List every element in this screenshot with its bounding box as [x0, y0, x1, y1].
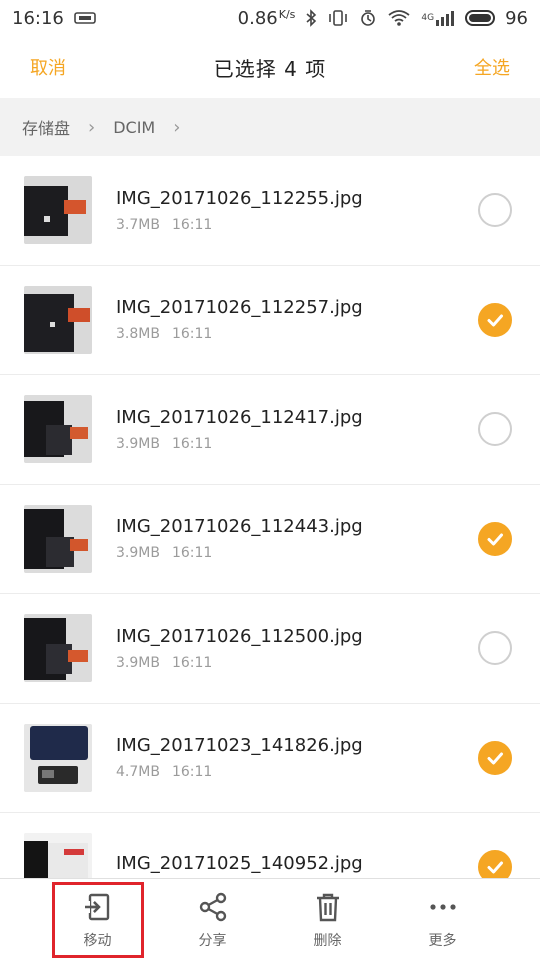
check-icon [487, 752, 503, 765]
battery-level: 96 [505, 7, 528, 29]
file-name: IMG_20171025_140952.jpg [116, 852, 363, 874]
file-time: 16:11 [171, 435, 213, 452]
checked-circle-icon[interactable] [478, 302, 512, 337]
file-info: IMG_20171025_140952.jpg [116, 853, 478, 878]
status-time: 16:16 [12, 7, 64, 29]
file-meta: 3.9MB 16:11 [116, 545, 478, 561]
status-left: 16:16 [12, 8, 96, 29]
file-info: IMG_20171026_112417.jpg 3.9MB 16:11 [116, 407, 478, 452]
breadcrumb: 存储盘 › DCIM › [0, 98, 540, 156]
network-type: 4G [421, 13, 435, 23]
check-icon [487, 314, 503, 327]
check-icon [487, 533, 503, 546]
chevron-right-icon: › [88, 116, 96, 138]
move-button[interactable]: 移动 [51, 881, 144, 958]
file-row[interactable]: IMG_20171023_141826.jpg 4.7MB 16:11 [0, 703, 540, 813]
battery-icon [465, 10, 496, 26]
file-thumbnail [24, 285, 92, 354]
file-row[interactable]: IMG_20171026_112500.jpg 3.9MB 16:11 [0, 594, 540, 704]
file-name: IMG_20171026_112443.jpg [116, 516, 363, 538]
file-thumbnail [24, 723, 92, 792]
file-name: IMG_20171023_141826.jpg [116, 735, 363, 757]
checked-circle-icon[interactable] [478, 740, 512, 775]
check-icon [487, 861, 503, 874]
breadcrumb-dcim[interactable]: DCIM [113, 118, 155, 137]
file-name: IMG_20171026_112417.jpg [116, 406, 363, 428]
file-size: 3.9MB [116, 545, 160, 562]
file-name: IMG_20171026_112500.jpg [116, 625, 363, 647]
file-time: 16:11 [171, 545, 213, 562]
file-thumbnail [24, 176, 92, 245]
file-thumbnail [24, 504, 92, 573]
more-icon [429, 903, 456, 910]
cancel-button[interactable]: 取消 [30, 54, 66, 80]
signal-icon: 4G [421, 10, 455, 26]
unchecked-circle-icon[interactable] [478, 412, 512, 447]
file-info: IMG_20171023_141826.jpg 4.7MB 16:11 [116, 735, 478, 780]
breadcrumb-storage[interactable]: 存储盘 [22, 115, 70, 139]
file-time: 16:11 [171, 654, 213, 671]
status-right: 0.86K/s 4G 96 [238, 8, 528, 29]
file-time: 16:11 [171, 326, 213, 343]
status-bar: 16:16 0.86K/s 4G 96 [0, 0, 540, 36]
bluetooth-icon [305, 9, 317, 27]
share-label: 分享 [198, 932, 227, 949]
file-time: 16:11 [171, 216, 213, 233]
file-row[interactable]: IMG_20171025_140952.jpg [0, 813, 540, 878]
more-button[interactable]: 更多 [397, 882, 489, 958]
file-meta: 3.7MB 16:11 [116, 217, 478, 233]
file-size: 3.9MB [116, 654, 160, 671]
file-info: IMG_20171026_112500.jpg 3.9MB 16:11 [116, 626, 478, 671]
file-time: 16:11 [171, 764, 213, 781]
file-size: 3.9MB [116, 435, 160, 452]
file-name: IMG_20171026_112257.jpg [116, 297, 363, 319]
trash-icon [316, 893, 339, 921]
file-row[interactable]: IMG_20171026_112257.jpg 3.8MB 16:11 [0, 265, 540, 375]
file-size: 4.7MB [116, 764, 160, 781]
delete-label: 删除 [313, 932, 342, 949]
file-list: IMG_20171026_112255.jpg 3.7MB 16:11 IMG_201… [0, 156, 540, 878]
file-meta: 3.9MB 16:11 [116, 655, 478, 671]
network-speed-value: 0.86 [237, 7, 278, 29]
move-label: 移动 [83, 932, 112, 949]
network-speed: 0.86K/s [238, 8, 296, 29]
wifi-icon [387, 9, 411, 27]
file-thumbnail [24, 833, 92, 878]
file-meta: 3.8MB 16:11 [116, 326, 478, 342]
file-info: IMG_20171026_112443.jpg 3.9MB 16:11 [116, 516, 478, 561]
file-meta: 4.7MB 16:11 [116, 764, 478, 780]
checked-circle-icon[interactable] [478, 850, 512, 878]
file-size: 3.7MB [116, 216, 160, 233]
unchecked-circle-icon[interactable] [478, 631, 512, 666]
file-size: 3.8MB [116, 326, 160, 343]
vibrate-icon [327, 10, 349, 26]
move-icon [83, 893, 109, 920]
checked-circle-icon[interactable] [478, 521, 512, 556]
file-name: IMG_20171026_112255.jpg [116, 187, 363, 209]
file-info: IMG_20171026_112257.jpg 3.8MB 16:11 [116, 297, 478, 342]
file-thumbnail [24, 614, 92, 683]
file-row[interactable]: IMG_20171026_112443.jpg 3.9MB 16:11 [0, 484, 540, 594]
chevron-right-icon: › [173, 116, 181, 138]
unchecked-circle-icon[interactable] [478, 193, 512, 228]
file-info: IMG_20171026_112255.jpg 3.7MB 16:11 [116, 188, 478, 233]
usb-icon [74, 11, 96, 25]
bottom-toolbar: 移动 分享 删除 更多 [0, 878, 540, 960]
more-label: 更多 [428, 932, 457, 949]
file-row[interactable]: IMG_20171026_112255.jpg 3.7MB 16:11 [0, 156, 540, 266]
selection-header: 取消 已选择 4 项 全选 [0, 36, 540, 98]
share-icon [199, 892, 226, 921]
file-row[interactable]: IMG_20171026_112417.jpg 3.9MB 16:11 [0, 375, 540, 485]
delete-button[interactable]: 删除 [282, 882, 374, 958]
file-thumbnail [24, 395, 92, 464]
share-button[interactable]: 分享 [167, 882, 259, 958]
page-title: 已选择 4 项 [213, 56, 327, 81]
select-all-button[interactable]: 全选 [474, 54, 510, 80]
network-speed-unit: K/s [278, 7, 296, 21]
file-meta: 3.9MB 16:11 [116, 436, 478, 452]
alarm-icon [359, 9, 377, 27]
